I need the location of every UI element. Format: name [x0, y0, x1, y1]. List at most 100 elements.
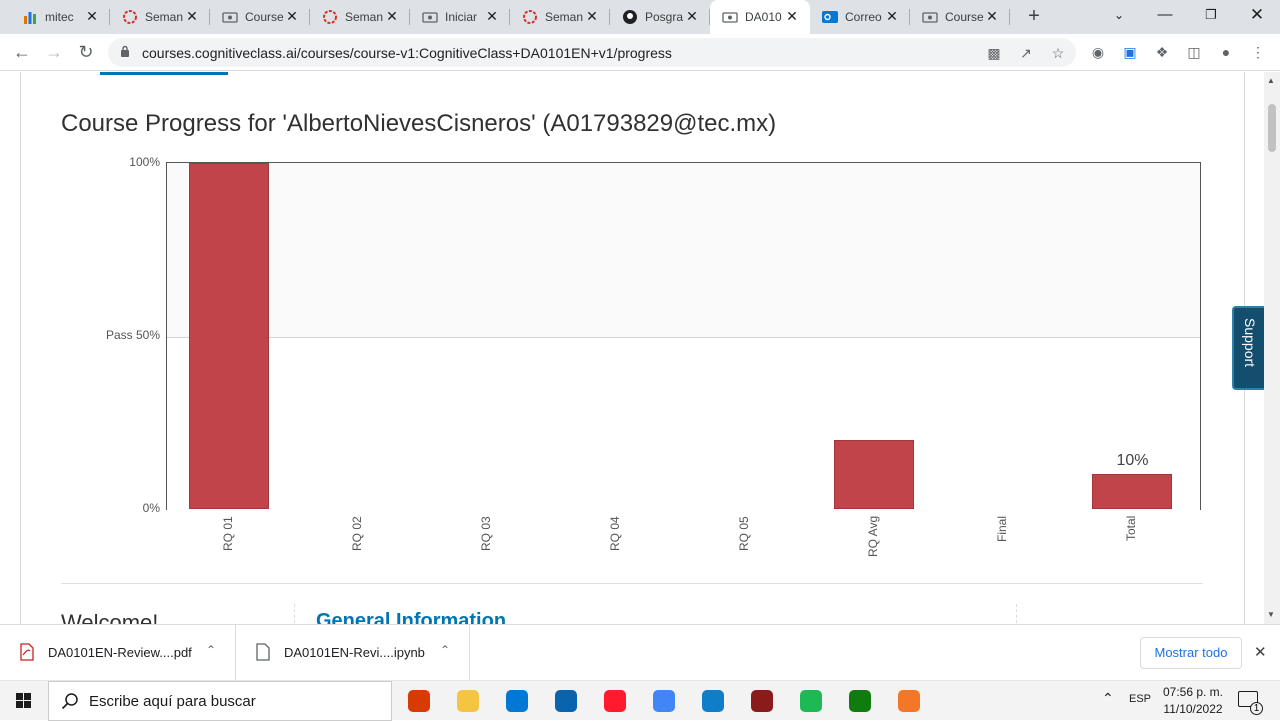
xbox-icon[interactable]: [845, 686, 875, 716]
browser-menu-icon[interactable]: ⋮: [1248, 42, 1268, 62]
close-tab-icon[interactable]: ✕: [184, 8, 200, 24]
general-information-heading[interactable]: General Information: [316, 610, 506, 624]
course-icon: [222, 9, 238, 25]
windows-start-icon[interactable]: [0, 681, 48, 721]
back-button[interactable]: ←: [10, 41, 34, 65]
close-tab-icon[interactable]: ✕: [84, 8, 100, 24]
office-icon[interactable]: [404, 686, 434, 716]
profile-avatar-icon[interactable]: ●: [1216, 42, 1236, 62]
clock-date: 11/10/2022: [1163, 702, 1223, 716]
x-tick-label: RQ 03: [478, 516, 493, 551]
close-tab-icon[interactable]: ✕: [384, 8, 400, 24]
ring-icon: [122, 9, 138, 25]
browser-tab[interactable]: Seman ✕: [510, 0, 610, 34]
browser-tab[interactable]: Seman ✕: [110, 0, 210, 34]
bookmark-star-icon[interactable]: ☆: [1048, 43, 1068, 63]
tab-title[interactable]: mitec: [45, 10, 89, 24]
tab-title[interactable]: Correo: [845, 10, 889, 24]
course-icon: [722, 9, 738, 25]
download-filename[interactable]: DA0101EN-Review....pdf: [48, 645, 192, 660]
scrollbar-thumb[interactable]: [1268, 104, 1276, 152]
browser-tab[interactable]: Posgra ✕: [610, 0, 710, 34]
edge-icon[interactable]: [698, 686, 728, 716]
share-icon[interactable]: ↗: [1016, 43, 1036, 63]
minimize-button[interactable]: —: [1142, 0, 1188, 30]
chevron-up-icon[interactable]: ⌃: [206, 643, 216, 657]
tab-title[interactable]: Course: [945, 10, 989, 24]
tab-title[interactable]: Posgra: [645, 10, 689, 24]
game-icon[interactable]: [747, 686, 777, 716]
chevron-up-icon[interactable]: ⌃: [440, 643, 450, 657]
spotify-icon[interactable]: [796, 686, 826, 716]
close-tab-icon[interactable]: ✕: [884, 8, 900, 24]
page-scrollbar[interactable]: ▲ ▼: [1264, 72, 1280, 624]
scroll-down-icon[interactable]: ▼: [1267, 610, 1275, 619]
tab-title[interactable]: Seman: [145, 10, 189, 24]
close-tab-icon[interactable]: ✕: [784, 8, 800, 24]
app-glyph: [604, 690, 626, 712]
tab-search-icon[interactable]: ⌄: [1096, 0, 1142, 30]
tab-title[interactable]: Iniciar: [445, 10, 489, 24]
close-tab-icon[interactable]: ✕: [584, 8, 600, 24]
chart-bar: [188, 163, 269, 509]
file-explorer-icon[interactable]: [453, 686, 483, 716]
download-item[interactable]: DA0101EN-Revi....ipynb ⌃: [236, 625, 470, 681]
close-tab-icon[interactable]: ✕: [484, 8, 500, 24]
x-tick-label: RQ 04: [607, 516, 622, 551]
search-icon: [61, 693, 78, 710]
address-bar[interactable]: courses.cognitiveclass.ai/courses/course…: [108, 38, 1076, 67]
close-tab-icon[interactable]: ✕: [284, 8, 300, 24]
store-icon[interactable]: [502, 686, 532, 716]
chevron-up-icon[interactable]: ⌃: [1102, 690, 1114, 707]
new-tab-button[interactable]: +: [1022, 5, 1046, 29]
extension-icon[interactable]: ◉: [1088, 42, 1108, 62]
close-tab-icon[interactable]: ✕: [984, 8, 1000, 24]
browser-tab[interactable]: Course ✕: [910, 0, 1010, 34]
address-url[interactable]: courses.cognitiveclass.ai/courses/course…: [142, 45, 672, 61]
browser-tab[interactable]: DA010 ✕: [710, 0, 810, 34]
x-tick-label: RQ 01: [220, 516, 235, 551]
browser-tab[interactable]: Seman ✕: [310, 0, 410, 34]
google-translate-icon[interactable]: ▣: [1120, 42, 1140, 62]
pdf-icon: [20, 643, 34, 661]
close-tab-icon[interactable]: ✕: [684, 8, 700, 24]
support-button[interactable]: Support: [1232, 306, 1264, 390]
download-item[interactable]: DA0101EN-Review....pdf ⌃: [0, 625, 236, 681]
close-download-bar-icon[interactable]: ✕: [1254, 643, 1267, 661]
search-placeholder[interactable]: Escribe aquí para buscar: [89, 693, 256, 710]
language-indicator[interactable]: ESP: [1129, 693, 1151, 705]
browser-tab[interactable]: Iniciar ✕: [410, 0, 510, 34]
tab-title[interactable]: Seman: [345, 10, 389, 24]
browser-tab[interactable]: mitec ✕: [10, 0, 110, 34]
forward-button[interactable]: →: [42, 41, 66, 65]
app-glyph: [457, 690, 479, 712]
browser-tab[interactable]: Course ✕: [210, 0, 310, 34]
x-tick-label: RQ Avg: [866, 515, 881, 557]
tab-title[interactable]: Seman: [545, 10, 589, 24]
translate-icon[interactable]: ▩: [984, 43, 1004, 63]
tab-title[interactable]: DA010: [745, 10, 789, 24]
puzzle-extensions-icon[interactable]: ❖: [1152, 42, 1172, 62]
column-divider: [1016, 604, 1017, 624]
system-clock[interactable]: 07:56 p. m. 11/10/2022: [1162, 684, 1224, 718]
support-label[interactable]: Support: [1242, 318, 1258, 367]
course-icon: [422, 9, 438, 25]
download-bar: DA0101EN-Review....pdf ⌃ DA0101EN-Revi..…: [0, 624, 1280, 681]
show-all-downloads-button[interactable]: Mostrar todo: [1140, 637, 1242, 669]
side-panel-icon[interactable]: ◫: [1184, 42, 1204, 62]
restore-button[interactable]: ❐: [1188, 0, 1234, 30]
reload-button[interactable]: ↻: [74, 41, 98, 65]
taskbar-search-box[interactable]: Escribe aquí para buscar: [48, 681, 392, 721]
browser-tab[interactable]: Correo ✕: [810, 0, 910, 34]
close-window-button[interactable]: ✕: [1234, 0, 1280, 30]
tab-title[interactable]: Course: [245, 10, 289, 24]
notification-center-icon[interactable]: 1: [1238, 691, 1263, 715]
scroll-up-icon[interactable]: ▲: [1267, 76, 1275, 85]
opera-icon[interactable]: [600, 686, 630, 716]
notification-badge: 1: [1250, 702, 1263, 715]
lock-icon[interactable]: [120, 45, 130, 57]
download-filename[interactable]: DA0101EN-Revi....ipynb: [284, 645, 425, 660]
chrome-icon[interactable]: [649, 686, 679, 716]
mail-icon[interactable]: [551, 686, 581, 716]
jupyter-icon[interactable]: [894, 686, 924, 716]
